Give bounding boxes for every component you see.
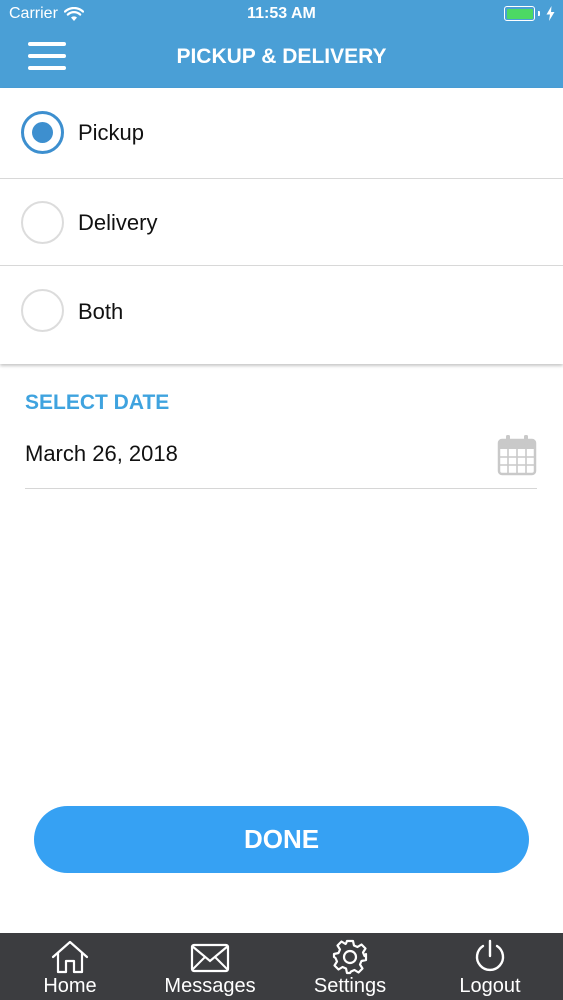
calendar-icon[interactable]	[497, 434, 537, 476]
option-delivery[interactable]: Delivery	[0, 179, 563, 265]
status-time: 11:53 AM	[247, 5, 316, 22]
bottom-tab-bar: Home Messages Settings Logout	[0, 933, 563, 1000]
power-icon	[475, 939, 505, 972]
status-bar: Carrier 11:53 AM	[0, 0, 563, 30]
option-pickup[interactable]: Pickup	[0, 88, 563, 178]
radio-both[interactable]	[21, 289, 64, 332]
tab-logout[interactable]: Logout	[420, 933, 560, 1000]
done-button[interactable]: DONE	[34, 806, 529, 873]
radio-delivery[interactable]	[21, 201, 64, 244]
option-pickup-label: Pickup	[78, 120, 145, 145]
tab-messages-label: Messages	[164, 975, 256, 997]
tab-home[interactable]: Home	[0, 933, 140, 1000]
battery-icon	[504, 6, 555, 21]
tab-settings-label: Settings	[313, 975, 387, 997]
option-delivery-label: Delivery	[78, 210, 158, 235]
home-icon	[51, 940, 89, 974]
date-value: March 26, 2018	[25, 441, 178, 466]
header-bar: Carrier 11:53 AM PICKUP & DELIVERY	[0, 0, 563, 88]
select-date-heading: SELECT DATE	[25, 391, 170, 414]
date-field[interactable]: March 26, 2018	[25, 432, 537, 489]
tab-logout-label: Logout	[459, 975, 521, 997]
tab-home-label: Home	[43, 975, 97, 997]
envelope-icon	[190, 943, 230, 973]
option-both-label: Both	[78, 299, 124, 324]
tab-messages[interactable]: Messages	[140, 933, 280, 1000]
radio-pickup[interactable]	[21, 111, 64, 154]
page-title: PICKUP & DELIVERY	[176, 45, 387, 68]
gear-icon	[332, 939, 368, 975]
tab-settings[interactable]: Settings	[280, 933, 420, 1000]
delivery-options-list: Pickup Delivery Both	[0, 88, 563, 364]
charging-bolt-icon	[546, 6, 555, 21]
option-both[interactable]: Both	[0, 266, 563, 364]
